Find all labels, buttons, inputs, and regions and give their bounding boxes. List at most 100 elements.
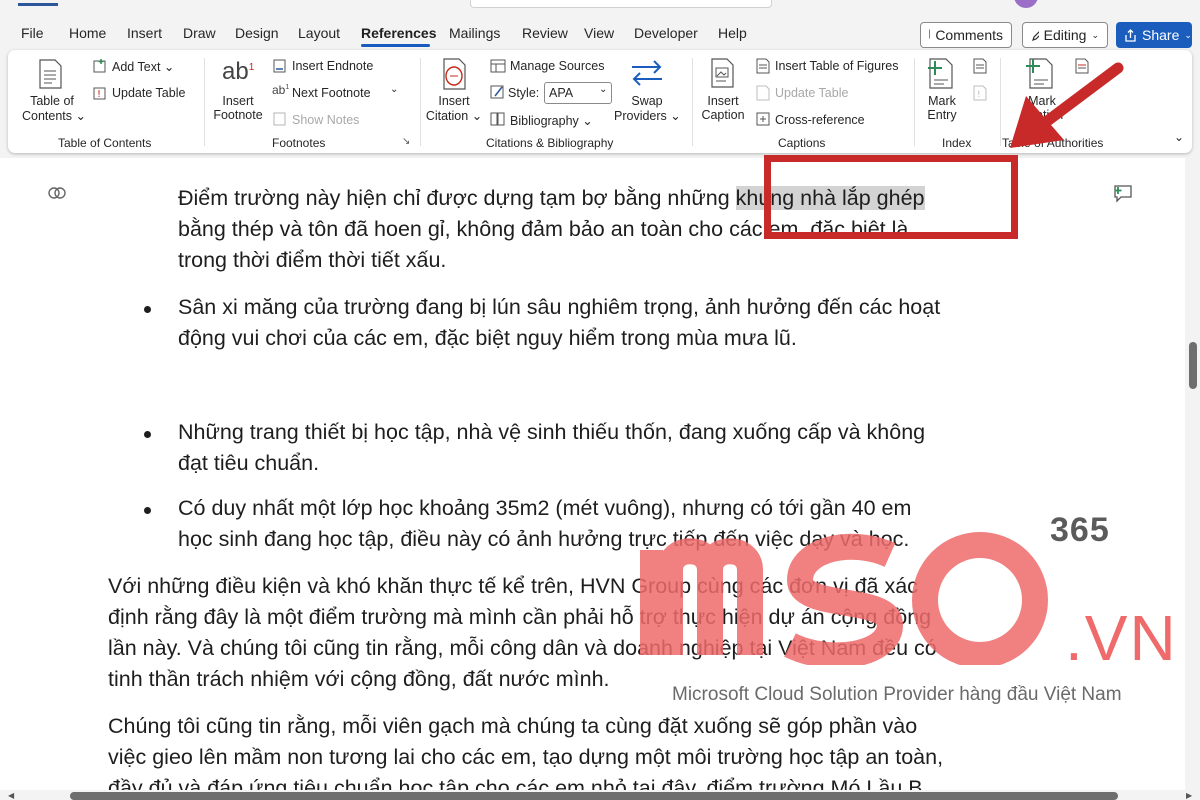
group-label-footnotes: Footnotes	[272, 136, 326, 150]
horizontal-scroll-thumb[interactable]	[70, 792, 1118, 800]
tab-design[interactable]: Design	[235, 25, 279, 41]
share-label: Share	[1142, 27, 1180, 43]
insert-footnote-icon: ab1	[222, 58, 255, 85]
bullet-1-line-1[interactable]: Sân xi măng của trường đang bị lún sâu n…	[178, 292, 940, 323]
toc-label-1: Table of	[30, 94, 74, 108]
insert-caption-button[interactable]: Insert Caption	[692, 94, 754, 122]
footnotes-dialog-launcher[interactable]: ↘	[402, 136, 410, 147]
svg-text:!: !	[977, 90, 981, 100]
mark-citation-icon	[1026, 58, 1053, 89]
annotation-highlight-box	[764, 155, 1018, 239]
insert-footnote-label-2: Footnote	[213, 108, 263, 122]
cross-reference-icon	[756, 112, 770, 126]
bullet-icon	[144, 507, 151, 514]
scroll-left-arrow-icon[interactable]: ◀	[8, 791, 14, 800]
bullet-1-line-2[interactable]: động vui chơi của các em, đặc biệt nguy …	[178, 323, 797, 354]
show-notes-button[interactable]: Show Notes	[292, 113, 359, 127]
tab-insert[interactable]: Insert	[127, 25, 162, 41]
bullet-2-line-2[interactable]: đạt tiêu chuẩn.	[178, 448, 319, 479]
mark-entry-button[interactable]: Mark Entry	[918, 94, 966, 122]
share-icon	[1125, 28, 1136, 42]
group-label-captions: Captions	[778, 136, 826, 150]
tab-developer[interactable]: Developer	[634, 25, 698, 41]
share-button[interactable]: Share ⌄	[1116, 22, 1192, 48]
insert-citation-label-1: Insert	[438, 94, 470, 108]
tab-view[interactable]: View	[584, 25, 614, 41]
paragraph-1-line-3[interactable]: trong thời điểm thời tiết xấu.	[178, 245, 446, 276]
style-value: APA	[549, 86, 574, 100]
insert-caption-label-2: Caption	[701, 108, 745, 122]
manage-sources-button[interactable]: Manage Sources	[510, 59, 605, 73]
tab-file[interactable]: File	[21, 25, 44, 41]
collapse-ribbon-icon[interactable]: ⌄	[1174, 130, 1184, 144]
table-of-contents-button[interactable]: Table of Contents ⌄	[22, 94, 86, 123]
comment-icon	[929, 28, 931, 39]
paragraph-3-line-3[interactable]: đầy đủ và đáp ứng tiêu chuẩn học tập cho…	[108, 773, 923, 790]
mark-citation-button[interactable]: Mark Citation	[1014, 94, 1070, 122]
insert-citation-button[interactable]: Insert Citation ⌄	[424, 94, 484, 123]
new-comment-icon[interactable]	[1112, 184, 1134, 204]
group-label-citations: Citations & Bibliography	[486, 136, 614, 150]
svg-text:!: !	[97, 89, 101, 100]
paragraph-3-line-1[interactable]: Chúng tôi cũng tin rằng, mỗi viên gạch m…	[108, 711, 917, 742]
vertical-scroll-thumb[interactable]	[1189, 342, 1197, 389]
manage-sources-icon	[490, 59, 506, 73]
editing-mode-button[interactable]: Editing ⌄	[1022, 22, 1108, 48]
swap-providers-icon	[632, 60, 662, 86]
update-table-icon: !	[93, 87, 106, 100]
text-run: Điểm trường này hiện chỉ được dựng tạm b…	[178, 186, 736, 210]
update-index-icon: !	[973, 85, 987, 101]
group-separator	[914, 58, 915, 146]
active-tab-indicator	[361, 44, 430, 47]
insert-index-icon	[973, 58, 987, 74]
bullet-icon	[144, 431, 151, 438]
paragraph-3-line-2[interactable]: việc gieo lên mầm non tương lai cho các …	[108, 742, 943, 773]
mark-entry-label-1: Mark	[928, 94, 956, 108]
watermark-tagline: Microsoft Cloud Solution Provider hàng đ…	[672, 684, 1122, 705]
tab-home[interactable]: Home	[69, 25, 106, 41]
insert-table-of-figures-button[interactable]: Insert Table of Figures	[775, 59, 898, 73]
editing-label: Editing	[1043, 27, 1087, 43]
chevron-down-icon: ⌄	[1184, 29, 1192, 40]
tab-references[interactable]: References	[361, 25, 437, 41]
next-footnote-button[interactable]: Next Footnote	[292, 86, 371, 100]
style-icon	[490, 85, 504, 99]
tab-help[interactable]: Help	[718, 25, 747, 41]
style-dropdown[interactable]: APA ⌄	[544, 82, 612, 104]
tab-layout[interactable]: Layout	[298, 25, 340, 41]
title-bar	[0, 0, 1200, 14]
tab-review[interactable]: Review	[522, 25, 568, 41]
tab-draw[interactable]: Draw	[183, 25, 216, 41]
toc-label-2: Contents ⌄	[22, 109, 86, 123]
mark-citation-label-1: Mark	[1028, 94, 1056, 108]
watermark-number: 365	[1050, 511, 1110, 549]
group-label-index: Index	[942, 136, 972, 150]
swap-providers-button[interactable]: Swap Providers ⌄	[614, 94, 681, 123]
quick-access-toolbar[interactable]	[18, 0, 58, 6]
scroll-right-arrow-icon[interactable]: ▶	[1186, 791, 1192, 800]
avatar[interactable]	[1014, 0, 1038, 8]
vertical-scrollbar[interactable]	[1185, 158, 1200, 790]
update-table-button[interactable]: Update Table	[112, 86, 185, 100]
bibliography-button[interactable]: Bibliography ⌄	[510, 113, 593, 128]
insert-table-of-authorities-icon	[1075, 58, 1089, 74]
comments-button[interactable]: Comments	[920, 22, 1012, 48]
insert-footnote-button[interactable]: Insert Footnote	[208, 94, 268, 122]
copilot-icon[interactable]	[48, 186, 66, 200]
style-label: Style:	[508, 86, 540, 100]
update-table-of-figures-button[interactable]: Update Table	[775, 86, 848, 100]
mark-citation-label-2: Citation	[1020, 108, 1064, 122]
group-separator	[204, 58, 205, 146]
group-label-authorities: Table of Authorities	[1002, 136, 1104, 150]
cross-reference-button[interactable]: Cross-reference	[775, 113, 865, 127]
insert-endnote-button[interactable]: Insert Endnote	[292, 59, 373, 73]
add-text-button[interactable]: Add Text ⌄	[112, 59, 174, 74]
paragraph-2-line-4[interactable]: tinh thần trách nhiệm với cộng đồng, đất…	[108, 664, 610, 695]
mark-entry-icon	[928, 58, 953, 89]
bullet-2-line-1[interactable]: Những trang thiết bị học tập, nhà vệ sin…	[178, 417, 925, 448]
insert-caption-icon	[711, 58, 734, 88]
search-box[interactable]	[470, 0, 772, 8]
next-footnote-dropdown[interactable]: ⌄	[390, 84, 398, 95]
tab-mailings[interactable]: Mailings	[449, 25, 500, 41]
add-text-icon	[93, 59, 106, 73]
